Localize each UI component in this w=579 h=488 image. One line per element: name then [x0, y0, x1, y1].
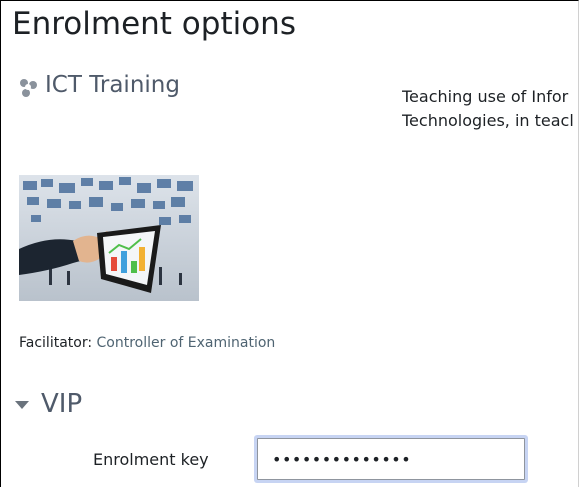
course-summary-line: Teaching use of Infor — [402, 87, 569, 106]
caret-down-icon[interactable] — [13, 396, 33, 416]
page-frame: Enrolment options ICT Training Teaching … — [0, 0, 579, 487]
enrolment-key-input[interactable] — [257, 438, 525, 480]
page-title: Enrolment options — [12, 6, 296, 42]
facilitator: Facilitator: Controller of Examination — [19, 333, 275, 353]
course-summary: Teaching use of Infor Technologies, in t… — [402, 85, 578, 133]
enrolment-key-label: Enrolment key — [93, 450, 209, 469]
course-icon — [17, 77, 39, 99]
facilitator-link[interactable]: Controller of Examination — [97, 335, 276, 351]
facilitator-label: Facilitator: — [19, 335, 93, 351]
course-image — [19, 175, 199, 301]
course-name-link[interactable]: ICT Training — [45, 70, 180, 100]
course-summary-line: Technologies, in teacl — [402, 111, 574, 130]
enrolment-method-title[interactable]: VIP — [41, 386, 82, 422]
